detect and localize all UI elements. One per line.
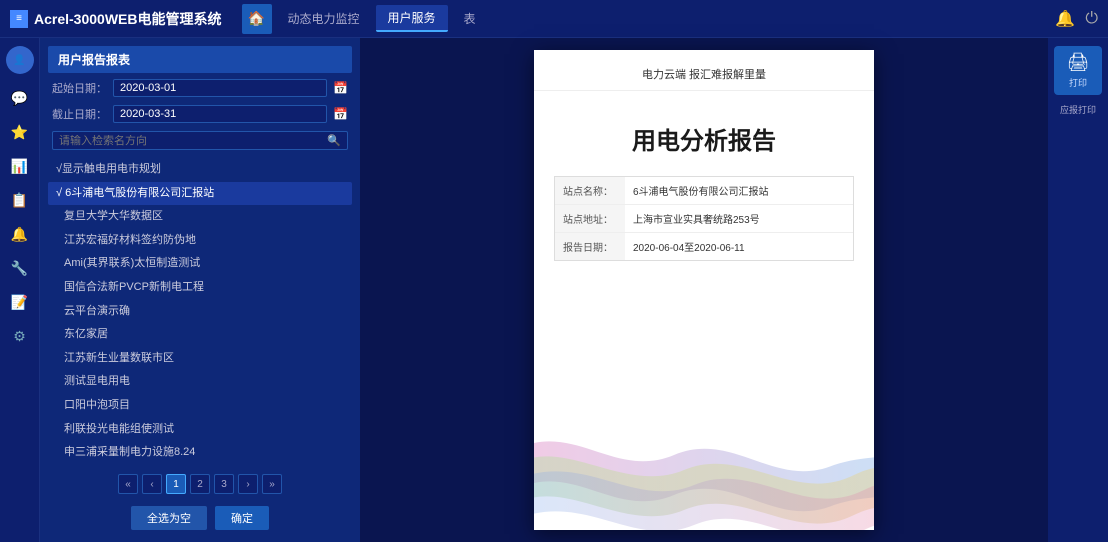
- report-page: 电力云端 报汇难报解里量 用电分析报告 站点名称：6斗浦电气股份有限公司汇报站站…: [534, 50, 874, 530]
- right-toolbar: 🖨 打印 应报打印: [1048, 38, 1108, 542]
- page-3[interactable]: 3: [214, 474, 234, 494]
- start-date-label: 起始日期：: [52, 80, 107, 96]
- start-date-input[interactable]: [113, 79, 327, 97]
- page-next[interactable]: ›: [238, 474, 258, 494]
- start-date-row: 起始日期： 📅: [48, 77, 352, 99]
- logo-icon: ≡: [10, 10, 28, 28]
- print-icon: 🖨: [1067, 52, 1090, 73]
- report-info-value: 2020-06-04至2020-06-11: [625, 233, 853, 260]
- avatar: 👤: [6, 46, 34, 74]
- main-layout: 👤 💬 ⭐ 📊 📋 🔔 🔧 📝 ⚙ 用户报告报表 起始日期： 📅 截止日期： 📅: [0, 38, 1108, 542]
- tab-power-monitor[interactable]: 动态电力监控: [276, 6, 372, 31]
- list-item[interactable]: 申三浦采量制电力设施8.24: [48, 441, 352, 464]
- topbar-right: 🔔 ⏻: [1055, 9, 1098, 29]
- list-item[interactable]: 江苏宏福好材料签约防伪地: [48, 229, 352, 253]
- report-info-row: 报告日期：2020-06-04至2020-06-11: [555, 233, 853, 260]
- page-first[interactable]: «: [118, 474, 138, 494]
- export-print-label[interactable]: 应报打印: [1060, 103, 1096, 116]
- report-header: 电力云端 报汇难报解里量: [534, 50, 874, 91]
- report-info-value: 上海市宣业实具奢统路253号: [625, 205, 853, 232]
- report-info-table: 站点名称：6斗浦电气股份有限公司汇报站站点地址：上海市宣业实具奢统路253号报告…: [554, 176, 854, 261]
- end-date-label: 截止日期：: [52, 106, 107, 122]
- nav-tabs: 🏠 动态电力监控 用户服务 表: [242, 4, 1056, 34]
- app-title: Acrel-3000WEB电能管理系统: [34, 9, 222, 29]
- list-item[interactable]: 测试显电用电: [48, 370, 352, 394]
- list-item[interactable]: 口阳中泡项目: [48, 394, 352, 418]
- list-item[interactable]: 江苏新生业量数联市区: [48, 347, 352, 371]
- end-date-calendar-icon[interactable]: 📅: [333, 107, 348, 121]
- app-logo: ≡ Acrel-3000WEB电能管理系统: [10, 9, 222, 29]
- print-button[interactable]: 🖨 打印: [1054, 46, 1102, 95]
- end-date-row: 截止日期： 📅: [48, 103, 352, 125]
- sidebar-icon-edit[interactable]: 📝: [6, 288, 34, 316]
- report-area: 电力云端 报汇难报解里量 用电分析报告 站点名称：6斗浦电气股份有限公司汇报站站…: [360, 38, 1048, 542]
- report-info-row: 站点名称：6斗浦电气股份有限公司汇报站: [555, 177, 853, 205]
- page-last[interactable]: »: [262, 474, 282, 494]
- search-box: 🔍: [52, 131, 348, 150]
- search-input[interactable]: [59, 135, 327, 147]
- home-button[interactable]: 🏠: [242, 4, 272, 34]
- sidebar-icon-message[interactable]: 💬: [6, 84, 34, 112]
- list-item[interactable]: √ 6斗浦电气股份有限公司汇报站: [48, 182, 352, 206]
- report-info-value: 6斗浦电气股份有限公司汇报站: [625, 177, 853, 204]
- tab-meter-label: 表: [464, 10, 476, 27]
- bell-icon[interactable]: 🔔: [1055, 9, 1075, 29]
- tab-power-monitor-label: 动态电力监控: [288, 10, 360, 27]
- export-button[interactable]: 全选为空: [131, 506, 207, 530]
- list-container: √显示触电用电市规划√ 6斗浦电气股份有限公司汇报站复旦大学大华数据区江苏宏福好…: [48, 158, 352, 464]
- form-panel-title: 用户报告报表: [48, 46, 352, 73]
- form-actions: 全选为空 确定: [48, 502, 352, 534]
- tab-meter[interactable]: 表: [452, 6, 488, 31]
- tab-user-service-label: 用户服务: [388, 9, 436, 26]
- page-2[interactable]: 2: [190, 474, 210, 494]
- sidebar-icon-settings[interactable]: ⚙: [6, 322, 34, 350]
- sidebar: 👤 💬 ⭐ 📊 📋 🔔 🔧 📝 ⚙: [0, 38, 40, 542]
- form-panel: 用户报告报表 起始日期： 📅 截止日期： 📅 🔍 √显示触电用电市规划√ 6斗浦…: [40, 38, 360, 542]
- list-item[interactable]: 云平台演示确: [48, 300, 352, 324]
- start-date-calendar-icon[interactable]: 📅: [333, 81, 348, 95]
- sidebar-icon-star[interactable]: ⭐: [6, 118, 34, 146]
- report-title: 用电分析报告: [534, 91, 874, 176]
- pagination: « ‹ 1 2 3 › »: [48, 470, 352, 498]
- list-item[interactable]: Ami(其界联系)太恒制造测试: [48, 252, 352, 276]
- list-item[interactable]: 东亿家居: [48, 323, 352, 347]
- power-icon[interactable]: ⏻: [1085, 10, 1098, 28]
- search-icon[interactable]: 🔍: [327, 134, 341, 147]
- print-label: 打印: [1069, 76, 1087, 89]
- page-1[interactable]: 1: [166, 474, 186, 494]
- report-info-label: 站点地址：: [555, 205, 625, 232]
- sidebar-icon-tool[interactable]: 🔧: [6, 254, 34, 282]
- report-info-label: 报告日期：: [555, 233, 625, 260]
- topbar: ≡ Acrel-3000WEB电能管理系统 🏠 动态电力监控 用户服务 表 🔔 …: [0, 0, 1108, 38]
- content-panel: 用户报告报表 起始日期： 📅 截止日期： 📅 🔍 √显示触电用电市规划√ 6斗浦…: [40, 38, 1108, 542]
- list-item[interactable]: √显示触电用电市规划: [48, 158, 352, 182]
- list-item[interactable]: 国信合法新PVCP新制电工程: [48, 276, 352, 300]
- sidebar-icon-chart[interactable]: 📊: [6, 152, 34, 180]
- report-info-label: 站点名称：: [555, 177, 625, 204]
- list-item[interactable]: 利联投光电能组使测试: [48, 418, 352, 442]
- list-item[interactable]: 复旦大学大华数据区: [48, 205, 352, 229]
- sidebar-icon-bell[interactable]: 🔔: [6, 220, 34, 248]
- confirm-button[interactable]: 确定: [215, 506, 269, 530]
- end-date-input[interactable]: [113, 105, 327, 123]
- wave-decoration: [534, 410, 874, 530]
- sidebar-icon-clipboard[interactable]: 📋: [6, 186, 34, 214]
- report-info-row: 站点地址：上海市宣业实具奢统路253号: [555, 205, 853, 233]
- tab-user-service[interactable]: 用户服务: [376, 5, 448, 32]
- page-prev[interactable]: ‹: [142, 474, 162, 494]
